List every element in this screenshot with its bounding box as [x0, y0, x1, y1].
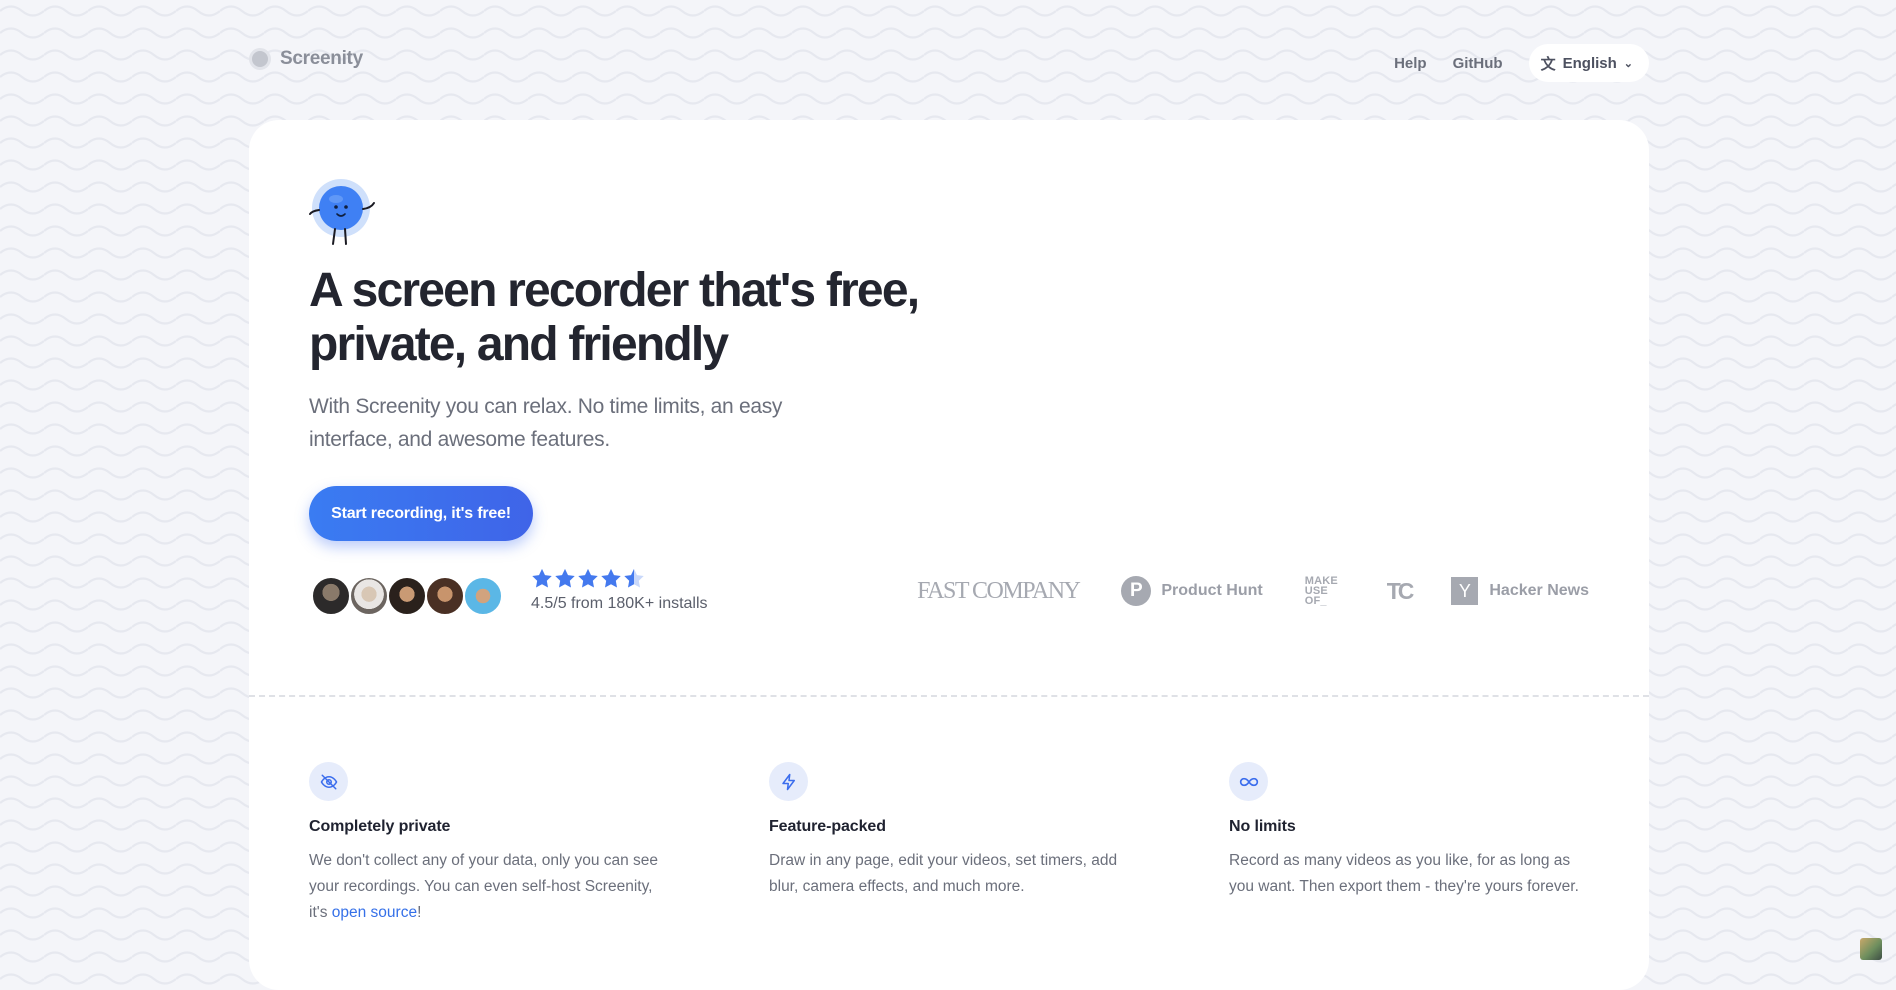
fast-company-logo: FAST COMPANY — [917, 577, 1081, 604]
hacker-news-logo: Y Hacker News — [1451, 577, 1589, 605]
hacker-news-label: Hacker News — [1489, 582, 1589, 599]
open-source-link[interactable]: open source — [332, 904, 417, 921]
feature-title: No limits — [1229, 818, 1296, 835]
main-card: A screen recorder that's free, private, … — [249, 120, 1649, 990]
mascot-illustration — [309, 179, 375, 245]
avatar — [311, 576, 351, 616]
rating-text: 4.5/5 from 180K+ installs — [531, 595, 708, 612]
makeuseof-logo: MAKE USE OF_ — [1304, 575, 1338, 607]
avatar — [463, 576, 503, 616]
user-avatars — [311, 576, 503, 616]
brand-name: Screenity — [280, 48, 363, 69]
hero-title: A screen recorder that's free, private, … — [309, 264, 920, 371]
chevron-down-icon: ⌄ — [1623, 57, 1633, 70]
star-icon — [601, 568, 621, 588]
star-icon — [578, 568, 598, 588]
language-value: English — [1562, 54, 1617, 72]
avatar — [387, 576, 427, 616]
feature-description: Draw in any page, edit your videos, set … — [769, 852, 1118, 895]
feature-description: We don't collect any of your data, only … — [309, 852, 659, 921]
infinity-icon — [1229, 762, 1268, 801]
eye-off-icon — [309, 762, 348, 801]
feature-description: Record as many videos as you like, for a… — [1229, 852, 1579, 895]
techcrunch-logo: TC — [1386, 577, 1415, 604]
github-link[interactable]: GitHub — [1453, 55, 1503, 72]
help-link[interactable]: Help — [1394, 55, 1427, 72]
feature-title: Feature-packed — [769, 818, 886, 835]
section-divider — [249, 695, 1649, 697]
top-bar: Screenity Help GitHub 文 English ⌄ — [249, 44, 1649, 84]
feature-no-limits: No limits Record as many videos as you l… — [1229, 762, 1589, 900]
avatar — [349, 576, 389, 616]
avatar — [425, 576, 465, 616]
top-nav: Help GitHub 文 English ⌄ — [1394, 44, 1649, 82]
press-logos: FAST COMPANY P Product Hunt MAKE USE OF_… — [917, 575, 1589, 607]
product-hunt-label: Product Hunt — [1161, 582, 1263, 599]
product-hunt-logo: P Product Hunt — [1121, 576, 1263, 606]
star-icon — [532, 568, 552, 588]
rating: 4.5/5 from 180K+ installs — [531, 568, 708, 613]
hero-subtitle: With Screenity you can relax. No time li… — [309, 395, 783, 451]
corner-thumbnail[interactable] — [1860, 938, 1882, 960]
star-rating — [531, 568, 708, 588]
hacker-news-icon: Y — [1451, 577, 1479, 605]
feature-private: Completely private We don't collect any … — [309, 762, 669, 926]
half-star-icon — [624, 568, 644, 588]
feature-packed: Feature-packed Draw in any page, edit yo… — [769, 762, 1129, 900]
translate-icon: 文 — [1540, 55, 1556, 73]
lightning-icon — [769, 762, 808, 801]
star-icon — [555, 568, 575, 588]
brand-logo[interactable]: Screenity — [249, 48, 363, 70]
feature-title: Completely private — [309, 818, 451, 835]
language-selector[interactable]: 文 English ⌄ — [1528, 44, 1649, 82]
logo-icon — [249, 48, 271, 70]
product-hunt-icon: P — [1121, 576, 1152, 606]
start-recording-button[interactable]: Start recording, it's free! — [309, 486, 533, 541]
